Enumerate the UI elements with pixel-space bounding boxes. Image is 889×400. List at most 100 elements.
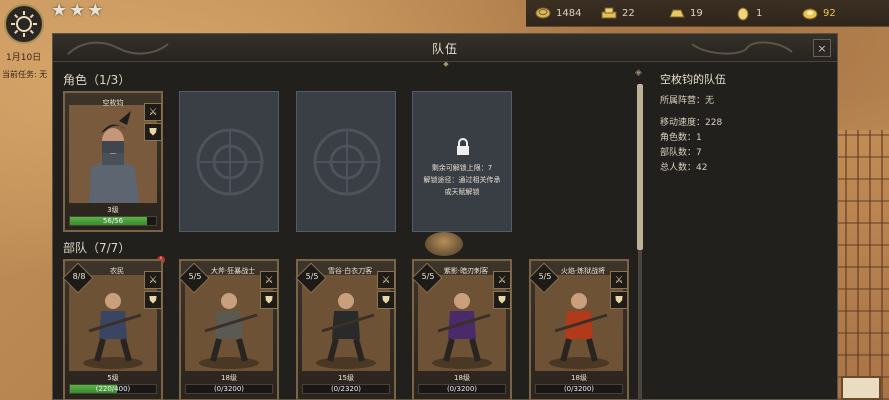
troops-section-title: 部队（7/7） (63, 241, 131, 255)
troop-count: 5/5 (188, 272, 202, 281)
resource-gold-pouch: 92 (801, 5, 836, 21)
troop-card[interactable]: 5/5 紫影·暗刃刺客 ⚔ ⛊ 18级 (0/3200) (411, 259, 512, 400)
resource-gold-bars-value: 22 (622, 7, 635, 19)
team-info-title: 空枚钧的队伍 (660, 73, 726, 86)
troop-card[interactable]: 8/8 农民 ⚔ ⛊ 5级 (220/400) (62, 259, 163, 400)
troop-level: 15级 (338, 374, 354, 382)
troop-portrait (185, 275, 273, 371)
title-ornament-icon: ◆ (443, 60, 449, 68)
day-cycle-sun-icon[interactable] (4, 4, 44, 44)
troop-count: 5/5 (421, 272, 435, 281)
resource-gold-pouch-value: 92 (823, 7, 836, 19)
character-level: 3级 (107, 206, 119, 214)
team-role-count: 角色数：1 (660, 133, 702, 143)
panel-header: 队伍 × (53, 34, 837, 62)
troop-count: 5/5 (538, 272, 552, 281)
troop-portrait (535, 275, 623, 371)
troop-level: 18级 (571, 374, 587, 382)
troop-name: 大斧·狂暴战士 (210, 267, 256, 275)
game-date: 1月10日 (6, 53, 42, 63)
armor-slot-icon[interactable]: ⛊ (144, 123, 162, 141)
armor-slot-icon[interactable]: ⛊ (610, 291, 628, 309)
scrollbar-thumb[interactable] (637, 84, 643, 250)
scroll-top-ornament-icon: ◈ (635, 68, 642, 78)
empty-slot-emblem-icon (313, 128, 381, 196)
troop-card[interactable]: 5/5 火焰·炼狱战将 ⚔ ⛊ 18级 (0/3200) (528, 259, 629, 400)
troop-xp-bar: (0/2320) (302, 384, 390, 394)
weapon-slot-icon[interactable]: ⚔ (610, 271, 628, 289)
team-panel: 队伍 × ◆ 角色（1/3） 空枚钧 ⚔ ⛊ 3级 56/56 剩余可解锁上限：… (52, 33, 838, 400)
lock-icon (457, 138, 469, 155)
troop-xp-text: (0/2320) (330, 385, 362, 393)
resource-gold-ingot: 19 (668, 5, 703, 21)
team-faction: 所属阵营：无 (660, 96, 715, 106)
panel-title: 队伍 (431, 42, 458, 56)
troop-count: 5/5 (305, 272, 319, 281)
armor-slot-icon[interactable]: ⛊ (377, 291, 395, 309)
troop-xp-text: (0/3200) (563, 385, 595, 393)
map-building (833, 130, 889, 400)
empty-character-slot[interactable] (179, 91, 279, 232)
close-button[interactable]: × (813, 39, 831, 57)
troop-xp-bar: (0/3200) (535, 384, 623, 394)
troop-xp-bar: (0/3200) (418, 384, 506, 394)
troop-level: 5级 (107, 374, 119, 382)
weapon-slot-icon[interactable]: ⚔ (493, 271, 511, 289)
weapon-slot-icon[interactable]: ⚔ (260, 271, 278, 289)
coin-stack-icon (534, 5, 552, 21)
gold-coin-pouch-icon (801, 5, 819, 21)
troop-level: 18级 (454, 374, 470, 382)
rating-star-icon: ★ (51, 0, 68, 21)
armor-slot-icon[interactable]: ⛊ (144, 291, 162, 309)
troop-portrait (418, 275, 506, 371)
weapon-slot-icon[interactable]: ⚔ (144, 103, 162, 121)
drag-cursor-token (425, 232, 463, 256)
troop-card[interactable]: 5/5 大斧·狂暴战士 ⚔ ⛊ 18级 (0/3200) (178, 259, 279, 400)
weapon-slot-icon[interactable]: ⚔ (377, 271, 395, 289)
armor-slot-icon[interactable]: ⛊ (260, 291, 278, 309)
resource-gold-bars: 22 (600, 5, 635, 21)
troop-xp-text: (0/3200) (446, 385, 478, 393)
resource-coins-value: 1484 (556, 7, 582, 19)
empty-slot-emblem-icon (196, 128, 264, 196)
troop-xp-text: (0/3200) (213, 385, 245, 393)
troop-portrait (302, 275, 390, 371)
troop-xp-bar: (0/3200) (185, 384, 273, 394)
troop-name: 农民 (110, 267, 124, 275)
troop-xp-text: (220/400) (95, 385, 131, 393)
armor-slot-icon[interactable]: ⛊ (493, 291, 511, 309)
resource-gold-nugget-value: 1 (756, 7, 763, 19)
lock-info-line1: 剩余可解锁上限：7 (431, 164, 493, 172)
gold-bars-icon (600, 5, 618, 21)
gold-nugget-icon (734, 5, 752, 21)
lock-info-line3: 或天赋解锁 (444, 188, 480, 196)
characters-section-title: 角色（1/3） (63, 73, 131, 87)
troop-count: 8/8 (72, 272, 86, 281)
gold-ingot-icon (668, 5, 686, 21)
rating-stars: ★ ★ ★ (51, 2, 103, 20)
rating-star-icon: ★ (69, 0, 86, 21)
team-move-speed: 移动速度：228 (660, 118, 723, 128)
troop-portrait (69, 275, 157, 371)
troop-name: 紫影·暗刃刺客 (443, 267, 489, 275)
weapon-slot-icon[interactable]: ⚔ (144, 271, 162, 289)
current-task[interactable]: 当前任务: 无 (2, 69, 47, 80)
map-signboard (841, 376, 881, 400)
locked-character-slot[interactable]: 剩余可解锁上限：7 解锁途径：通过相关传承 或天赋解锁 (412, 91, 512, 232)
troop-level: 18级 (221, 374, 237, 382)
resource-bar: 1484 22 19 1 92 (526, 0, 889, 27)
resource-gold-nugget: 1 (734, 5, 762, 21)
empty-character-slot[interactable] (296, 91, 396, 232)
lock-info-line2: 解锁途径：通过相关传承 (423, 176, 501, 184)
resource-gold-ingot-value: 19 (690, 7, 703, 19)
character-card[interactable]: 空枚钧 ⚔ ⛊ 3级 56/56 (63, 91, 163, 232)
troop-name: 雪谷·白衣刀客 (327, 267, 373, 275)
team-total-count: 总人数：42 (660, 163, 708, 173)
character-hp-text: 56/56 (102, 217, 124, 225)
troop-xp-bar: (220/400) (69, 384, 157, 394)
rating-star-icon: ★ (87, 0, 104, 21)
resource-coins: 1484 (534, 5, 581, 21)
troop-name: 火焰·炼狱战将 (560, 267, 606, 275)
character-hp-bar: 56/56 (69, 216, 157, 226)
troop-card[interactable]: 5/5 雪谷·白衣刀客 ⚔ ⛊ 15级 (0/2320) (295, 259, 396, 400)
